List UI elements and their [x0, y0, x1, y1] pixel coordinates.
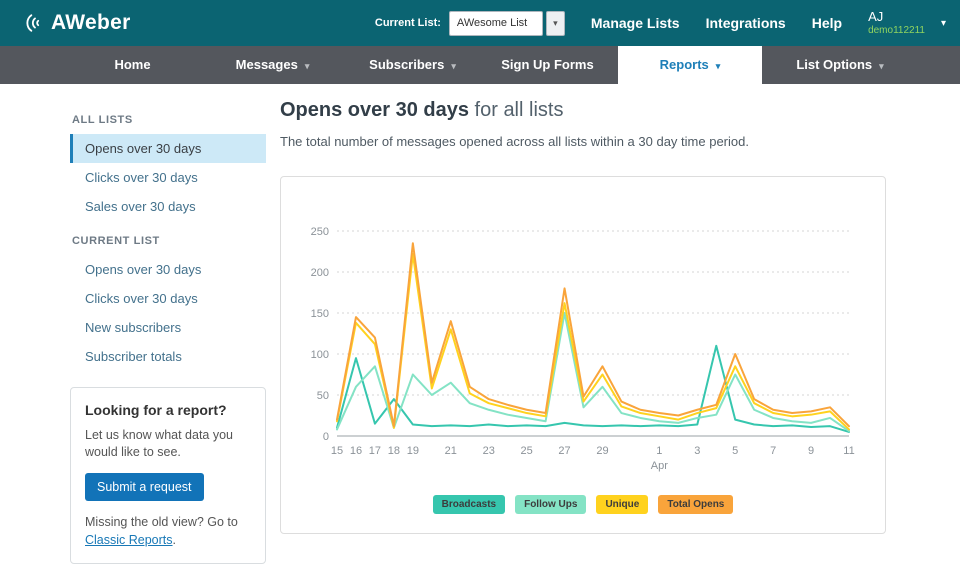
nav-item-subscribers[interactable]: Subscribers ▾	[345, 46, 480, 84]
nav-item-home[interactable]: Home	[70, 46, 195, 84]
chevron-down-icon: ▾	[716, 61, 721, 71]
classic-reports-link[interactable]: Classic Reports	[85, 533, 173, 547]
x-axis-month-label: Apr	[651, 460, 668, 472]
current-list-label: Current List:	[375, 17, 441, 29]
footer-text: Missing the old view? Go to	[85, 515, 238, 529]
sidebar-item-clicks-all-lists[interactable]: Clicks over 30 days	[70, 163, 266, 192]
user-account: demo112211	[868, 25, 925, 37]
page-title: Opens over 30 days for all lists	[280, 99, 563, 122]
y-tick-label: 100	[311, 349, 329, 361]
submit-request-button[interactable]: Submit a request	[85, 473, 204, 501]
report-box-footer: Missing the old view? Go to Classic Repo…	[85, 513, 251, 549]
footer-period: .	[173, 533, 176, 547]
integrations-link[interactable]: Integrations	[706, 15, 786, 31]
sidebar-item-opens-current[interactable]: Opens over 30 days	[70, 255, 266, 284]
y-tick-label: 150	[311, 308, 329, 320]
nav-item-signup-forms[interactable]: Sign Up Forms	[480, 46, 615, 84]
report-request-box: Looking for a report? Let us know what d…	[70, 387, 266, 564]
x-tick-label: 18	[388, 445, 400, 457]
legend-pill-follow-ups[interactable]: Follow Ups	[515, 495, 586, 514]
manage-lists-link[interactable]: Manage Lists	[591, 15, 680, 31]
nav-item-reports[interactable]: Reports ▾	[618, 46, 762, 84]
broadcast-arcs-icon	[24, 12, 46, 34]
x-tick-label: 29	[596, 445, 608, 457]
x-tick-label: 11	[843, 445, 854, 457]
help-link[interactable]: Help	[812, 15, 842, 31]
legend-pill-total-opens[interactable]: Total Opens	[658, 495, 733, 514]
x-tick-label: 3	[694, 445, 700, 457]
nav-item-label: Home	[114, 57, 150, 72]
nav-item-label: List Options	[796, 57, 872, 72]
series-line-unique	[337, 254, 849, 429]
current-list-dropdown-button[interactable]: ▾	[546, 11, 565, 36]
sidebar-item-subscriber-totals[interactable]: Subscriber totals	[70, 342, 266, 371]
x-tick-label: 25	[521, 445, 533, 457]
top-bar: AWeber Current List: AWesome List ▾ Mana…	[0, 0, 960, 46]
page-title-main: Opens over 30 days	[280, 99, 469, 121]
x-tick-label: 9	[808, 445, 814, 457]
chart-panel: 0 50 100 150 200 250 15 16 17 18 19 21 23 25 27 29 1 3 5 7 9…	[280, 176, 886, 534]
user-menu[interactable]: AJ demo112211	[868, 9, 925, 37]
x-tick-label: 5	[732, 445, 738, 457]
reports-sidebar: ALL LISTS Opens over 30 days Clicks over…	[70, 104, 266, 564]
sidebar-heading-all-lists: ALL LISTS	[72, 114, 266, 126]
x-tick-label: 21	[445, 445, 457, 457]
x-tick-label: 27	[558, 445, 570, 457]
report-box-title: Looking for a report?	[85, 402, 251, 418]
current-list-select[interactable]: AWesome List	[449, 11, 543, 36]
x-tick-label: 19	[407, 445, 419, 457]
chart-legend: Broadcasts Follow Ups Unique Total Opens	[281, 495, 885, 514]
aweber-logo[interactable]: AWeber	[24, 11, 131, 35]
current-list-value: AWesome List	[457, 17, 527, 29]
x-tick-label: 16	[350, 445, 362, 457]
nav-item-label: Sign Up Forms	[501, 57, 593, 72]
y-tick-label: 50	[317, 390, 329, 402]
y-tick-label: 250	[311, 226, 329, 238]
x-tick-label: 15	[331, 445, 343, 457]
nav-item-label: Subscribers	[369, 57, 444, 72]
sidebar-item-opens-all-lists[interactable]: Opens over 30 days	[70, 134, 266, 163]
chevron-down-icon: ▾	[305, 61, 310, 71]
series-line-total-opens	[337, 243, 849, 426]
sidebar-heading-current-list: CURRENT LIST	[72, 235, 266, 247]
x-tick-label: 17	[369, 445, 381, 457]
sidebar-item-new-subscribers[interactable]: New subscribers	[70, 313, 266, 342]
brand-text: AWeber	[51, 11, 131, 35]
page-subtitle: The total number of messages opened acro…	[280, 134, 749, 149]
chevron-down-icon: ▾	[879, 61, 884, 71]
legend-pill-broadcasts[interactable]: Broadcasts	[433, 495, 505, 514]
opens-line-chart: 0 50 100 150 200 250 15 16 17 18 19 21 23 25 27 29 1 3 5 7 9…	[289, 213, 879, 488]
sidebar-item-clicks-current[interactable]: Clicks over 30 days	[70, 284, 266, 313]
sidebar-item-sales-all-lists[interactable]: Sales over 30 days	[70, 192, 266, 221]
page-title-suffix: for all lists	[469, 99, 563, 121]
y-tick-label: 200	[311, 267, 329, 279]
nav-item-label: Reports	[660, 57, 709, 72]
report-box-body: Let us know what data you would like to …	[85, 427, 251, 461]
nav-item-messages[interactable]: Messages ▾	[205, 46, 340, 84]
nav-item-list-options[interactable]: List Options ▾	[772, 46, 908, 84]
chevron-down-icon: ▾	[553, 18, 558, 29]
nav-item-label: Messages	[236, 57, 298, 72]
x-tick-label: 7	[770, 445, 776, 457]
x-tick-label: 1	[656, 445, 662, 457]
legend-pill-unique[interactable]: Unique	[596, 495, 648, 514]
user-initials: AJ	[868, 9, 925, 25]
x-tick-label: 23	[483, 445, 495, 457]
y-tick-label: 0	[323, 431, 329, 443]
main-nav: Home Messages ▾ Subscribers ▾ Sign Up Form…	[0, 46, 960, 84]
user-menu-chevron-icon[interactable]: ▾	[941, 18, 946, 29]
chevron-down-icon: ▾	[451, 61, 456, 71]
